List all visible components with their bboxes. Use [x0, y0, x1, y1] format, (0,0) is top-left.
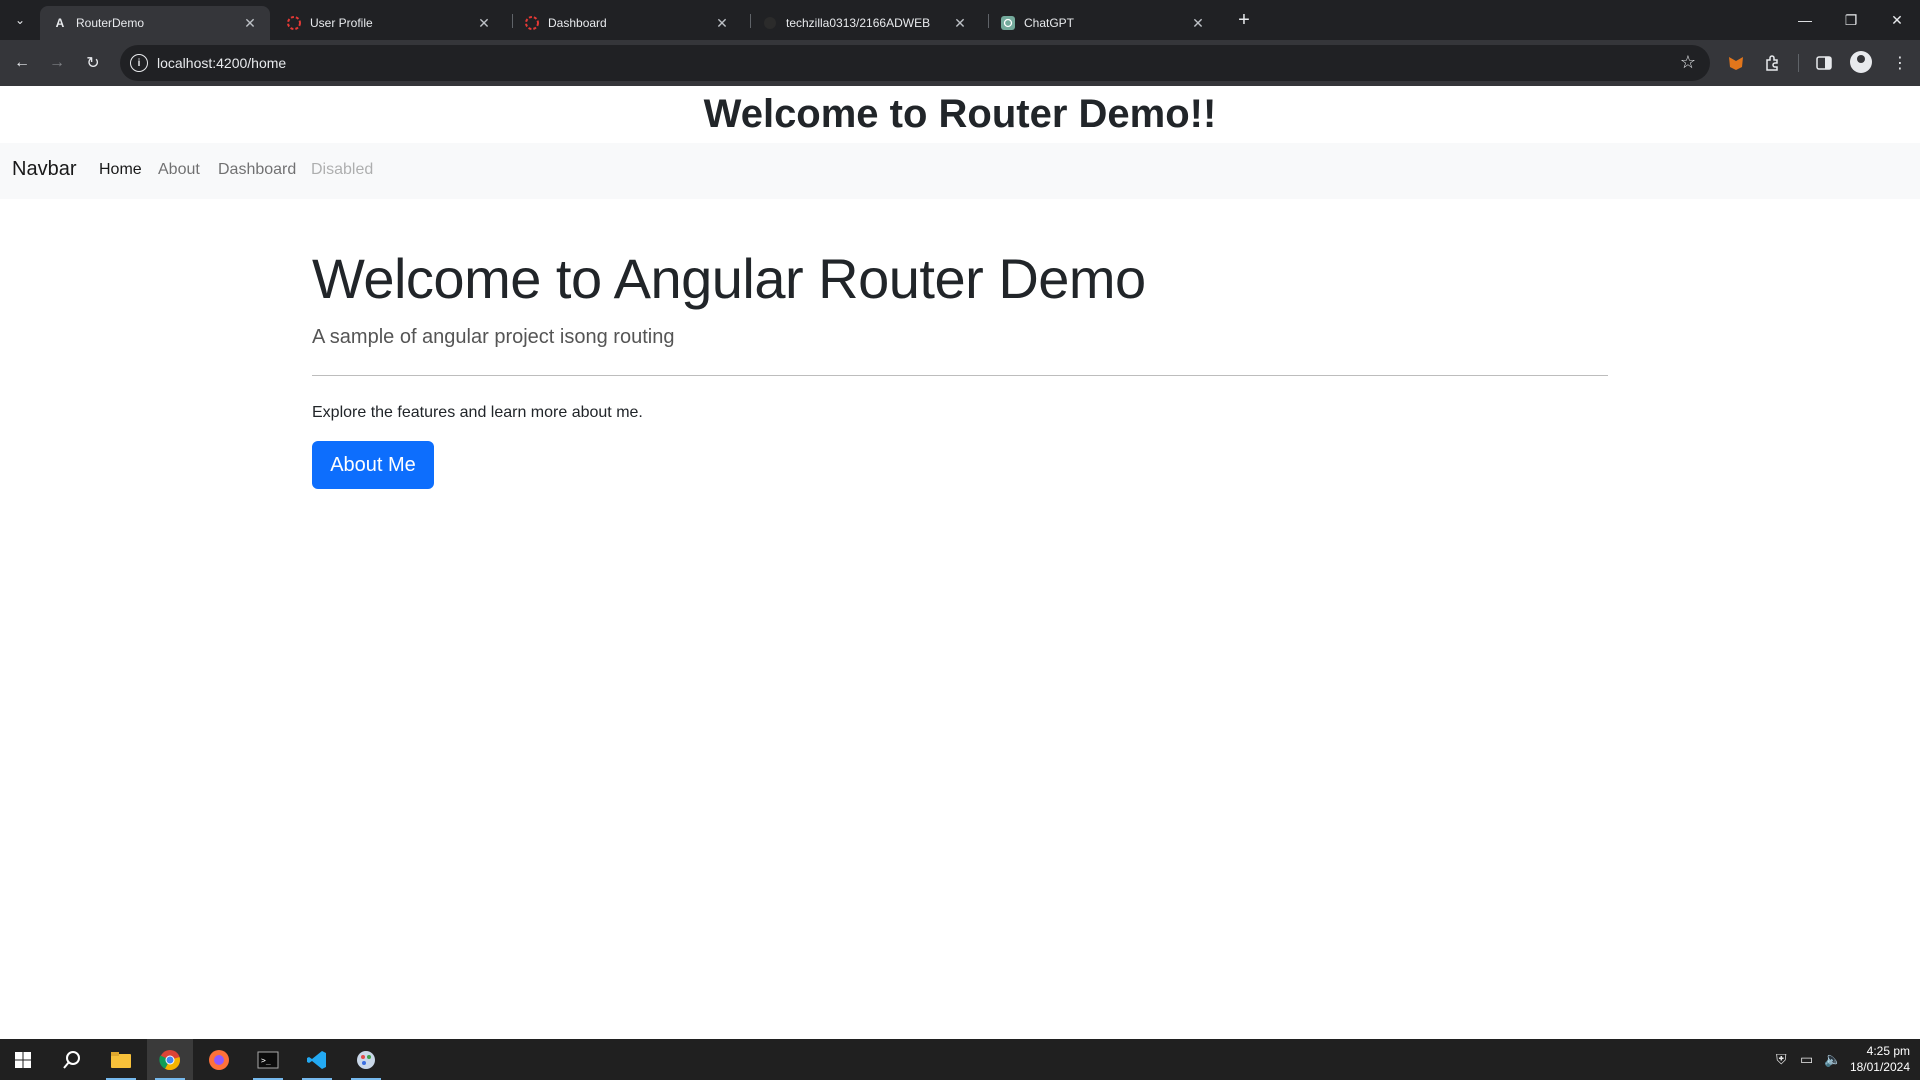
- close-tab-icon[interactable]: ✕: [242, 15, 258, 31]
- nav-link-about[interactable]: About: [158, 161, 200, 179]
- navbar-brand[interactable]: Navbar: [12, 158, 76, 181]
- side-panel-icon[interactable]: [1812, 51, 1836, 75]
- forward-icon[interactable]: →: [45, 51, 69, 75]
- bookmark-star-icon[interactable]: ☆: [1680, 52, 1696, 73]
- page-content: Welcome to Router Demo!! Navbar Home Abo…: [0, 86, 1920, 1039]
- back-icon[interactable]: ←: [10, 51, 34, 75]
- restore-icon[interactable]: ❐: [1828, 0, 1874, 40]
- windows-taskbar: >_ ⛨ ▭ 🔈 4:25 pm 18/01/2024: [0, 1039, 1920, 1080]
- loading-icon: [286, 15, 302, 31]
- tab-title: ChatGPT: [1024, 16, 1075, 30]
- clock[interactable]: 4:25 pm 18/01/2024: [1836, 1043, 1910, 1075]
- tab-title: User Profile: [310, 16, 373, 30]
- close-tab-icon[interactable]: ✕: [1190, 15, 1206, 31]
- paint-icon[interactable]: [343, 1039, 389, 1080]
- minimize-icon[interactable]: —: [1782, 0, 1828, 40]
- nav-link-dashboard[interactable]: Dashboard: [218, 161, 296, 179]
- extensions-icon[interactable]: [1760, 51, 1784, 75]
- chatgpt-icon: [1000, 15, 1016, 31]
- clock-time: 4:25 pm: [1866, 1044, 1910, 1058]
- search-icon[interactable]: [49, 1039, 95, 1080]
- security-tray-icon[interactable]: ⛨: [1776, 1051, 1787, 1068]
- tab-chatgpt[interactable]: ChatGPT ✕: [988, 6, 1218, 40]
- tab-dashboard[interactable]: Dashboard ✕: [512, 6, 742, 40]
- close-tab-icon[interactable]: ✕: [476, 15, 492, 31]
- tab-github[interactable]: techzilla0313/2166ADWEB ✕: [750, 6, 980, 40]
- chrome-icon[interactable]: [147, 1039, 193, 1080]
- jumbotron-text: Explore the features and learn more abou…: [312, 404, 643, 421]
- navbar: Navbar Home About Dashboard Disabled: [0, 143, 1920, 199]
- tab-user-profile[interactable]: User Profile ✕: [274, 6, 504, 40]
- svg-text:>_: >_: [261, 1056, 271, 1065]
- angular-icon: A: [55, 16, 65, 30]
- about-me-button[interactable]: About Me: [312, 441, 434, 489]
- network-icon[interactable]: ▭: [1800, 1051, 1813, 1068]
- divider: [312, 375, 1608, 376]
- nav-link-disabled: Disabled: [311, 161, 374, 178]
- tab-search-icon[interactable]: ⌄: [8, 8, 32, 32]
- close-tab-icon[interactable]: ✕: [714, 15, 730, 31]
- new-tab-icon[interactable]: +: [1234, 8, 1254, 32]
- url-text[interactable]: localhost:4200/home: [157, 55, 286, 71]
- browser-tabstrip: ⌄ A RouterDemo ✕ User Profile ✕ Dashboar…: [0, 0, 1920, 40]
- tab-title: Dashboard: [548, 16, 607, 30]
- address-bar[interactable]: i localhost:4200/home ☆: [120, 45, 1710, 81]
- close-tab-icon[interactable]: ✕: [952, 15, 968, 31]
- toolbar-separator: [1798, 54, 1799, 72]
- tab-routerdemo[interactable]: A RouterDemo ✕: [40, 6, 270, 40]
- metamask-icon[interactable]: [1724, 51, 1748, 75]
- loading-icon: [524, 15, 540, 31]
- jumbotron-lead: A sample of angular project isong routin…: [312, 326, 675, 348]
- menu-icon[interactable]: ⋮: [1888, 51, 1912, 75]
- tab-title: RouterDemo: [76, 16, 145, 30]
- clock-date: 18/01/2024: [1849, 1060, 1910, 1074]
- site-info-icon[interactable]: i: [130, 54, 148, 72]
- browser-toolbar: ← → ↻ i localhost:4200/home ☆ ⋮: [0, 40, 1920, 86]
- tab-title: techzilla0313/2166ADWEB: [786, 16, 931, 30]
- close-window-icon[interactable]: ✕: [1874, 0, 1920, 40]
- github-icon: [762, 15, 778, 31]
- jumbotron-title: Welcome to Angular Router Demo: [312, 247, 1146, 310]
- firefox-icon[interactable]: [196, 1039, 242, 1080]
- profile-avatar[interactable]: [1850, 51, 1872, 73]
- reload-icon[interactable]: ↻: [81, 51, 105, 75]
- vscode-icon[interactable]: [294, 1039, 340, 1080]
- terminal-icon[interactable]: >_: [245, 1039, 291, 1080]
- file-explorer-icon[interactable]: [98, 1039, 144, 1080]
- page-heading: Welcome to Router Demo!!: [703, 92, 1217, 136]
- nav-link-home[interactable]: Home: [99, 161, 142, 179]
- start-icon[interactable]: [0, 1039, 46, 1080]
